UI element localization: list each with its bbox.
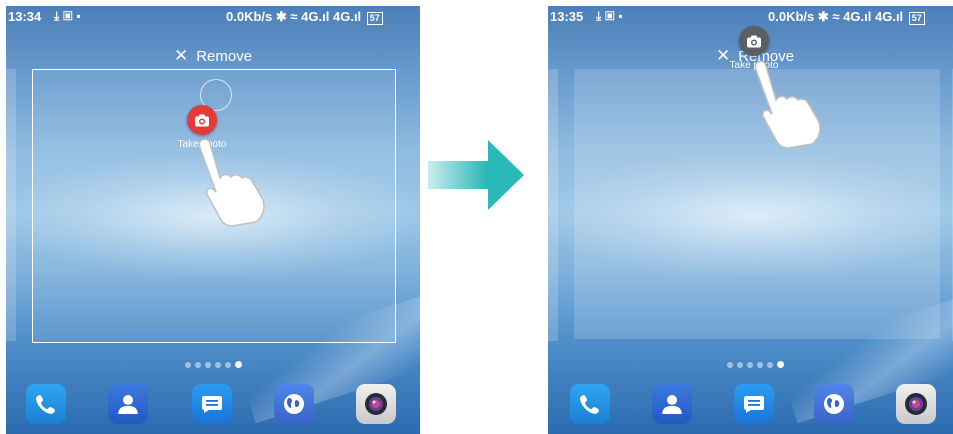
status-time: 13:35: [550, 9, 584, 24]
network-speed: 0.0Kb/s: [226, 9, 273, 24]
status-network-info: 0.0Kb/s ✱ ≈ 4G.ıl 4G.ıl 57: [768, 9, 925, 25]
page-dot[interactable]: [214, 362, 221, 368]
battery-icon: 57: [908, 12, 925, 25]
signal-icon-2: .ıl: [892, 9, 904, 24]
left-phone-screen: 13:34 ⤓▣▪ 0.0Kb/s ✱ ≈ 4G.ıl 4G.ıl 57 ✕ Re…: [6, 6, 420, 434]
status-notification-icons: ⤓▣▪: [596, 9, 627, 23]
previous-page-edge[interactable]: [6, 69, 16, 341]
signal-icon: .ıl: [318, 9, 330, 24]
status-bar: 13:34 ⤓▣▪ 0.0Kb/s ✱ ≈ 4G.ıl 4G.ıl 57: [6, 6, 420, 28]
contacts-app-icon[interactable]: [108, 384, 148, 424]
wifi-icon: ≈: [832, 9, 840, 24]
camera-app-icon[interactable]: [896, 384, 936, 424]
hand-pointer-icon: [198, 138, 265, 227]
page-dot[interactable]: [736, 362, 743, 368]
page-dot[interactable]: [194, 362, 201, 368]
browser-app-icon[interactable]: [814, 384, 854, 424]
previous-page-edge[interactable]: [548, 69, 558, 341]
page-indicator: [548, 361, 953, 368]
status-notification-icons: ⤓▣▪: [54, 9, 85, 23]
battery-icon: 57: [366, 12, 383, 25]
page-dot[interactable]: [746, 362, 753, 368]
network-speed: 0.0Kb/s: [768, 9, 815, 24]
messages-app-icon[interactable]: [192, 384, 232, 424]
hand-pointer-icon: [754, 60, 821, 149]
status-bar: 13:35 ⤓▣▪ 0.0Kb/s ✱ ≈ 4G.ıl 4G.ıl 57: [548, 6, 953, 28]
phone-app-icon[interactable]: [26, 384, 66, 424]
bluetooth-icon: ✱: [275, 9, 287, 24]
contacts-app-icon[interactable]: [652, 384, 692, 424]
status-time: 13:34: [8, 9, 42, 24]
page-dot-active[interactable]: [776, 361, 784, 368]
page-dot[interactable]: [726, 362, 733, 368]
status-network-info: 0.0Kb/s ✱ ≈ 4G.ıl 4G.ıl 57: [226, 9, 383, 25]
phone-app-icon[interactable]: [570, 384, 610, 424]
network-type-2: 4G: [332, 9, 351, 24]
right-phone-screen: 13:35 ⤓▣▪ 0.0Kb/s ✱ ≈ 4G.ıl 4G.ıl 57 ✕ Re…: [548, 6, 953, 434]
camera-icon: [187, 105, 217, 135]
page-dot-active[interactable]: [234, 361, 242, 368]
bluetooth-icon: ✱: [817, 9, 829, 24]
signal-icon-2: .ıl: [350, 9, 362, 24]
dock: [548, 384, 953, 434]
wifi-icon: ≈: [290, 9, 298, 24]
page-dot[interactable]: [756, 362, 763, 368]
page-dot[interactable]: [766, 362, 773, 368]
dock: [6, 384, 420, 434]
page-dot[interactable]: [184, 362, 191, 368]
signal-icon: .ıl: [860, 9, 872, 24]
browser-app-icon[interactable]: [274, 384, 314, 424]
remove-drop-zone[interactable]: ✕ Remove: [6, 46, 420, 68]
camera-icon: [739, 26, 769, 56]
page-indicator: [6, 361, 420, 368]
network-type-2: 4G: [874, 9, 893, 24]
network-type: 4G: [301, 9, 319, 24]
transition-arrow-icon: [428, 140, 524, 210]
close-icon: ✕: [173, 46, 189, 65]
page-dot[interactable]: [224, 362, 231, 368]
messages-app-icon[interactable]: [734, 384, 774, 424]
page-dot[interactable]: [204, 362, 211, 368]
camera-app-icon[interactable]: [356, 384, 396, 424]
network-type: 4G: [843, 9, 861, 24]
remove-label: Remove: [196, 48, 253, 65]
